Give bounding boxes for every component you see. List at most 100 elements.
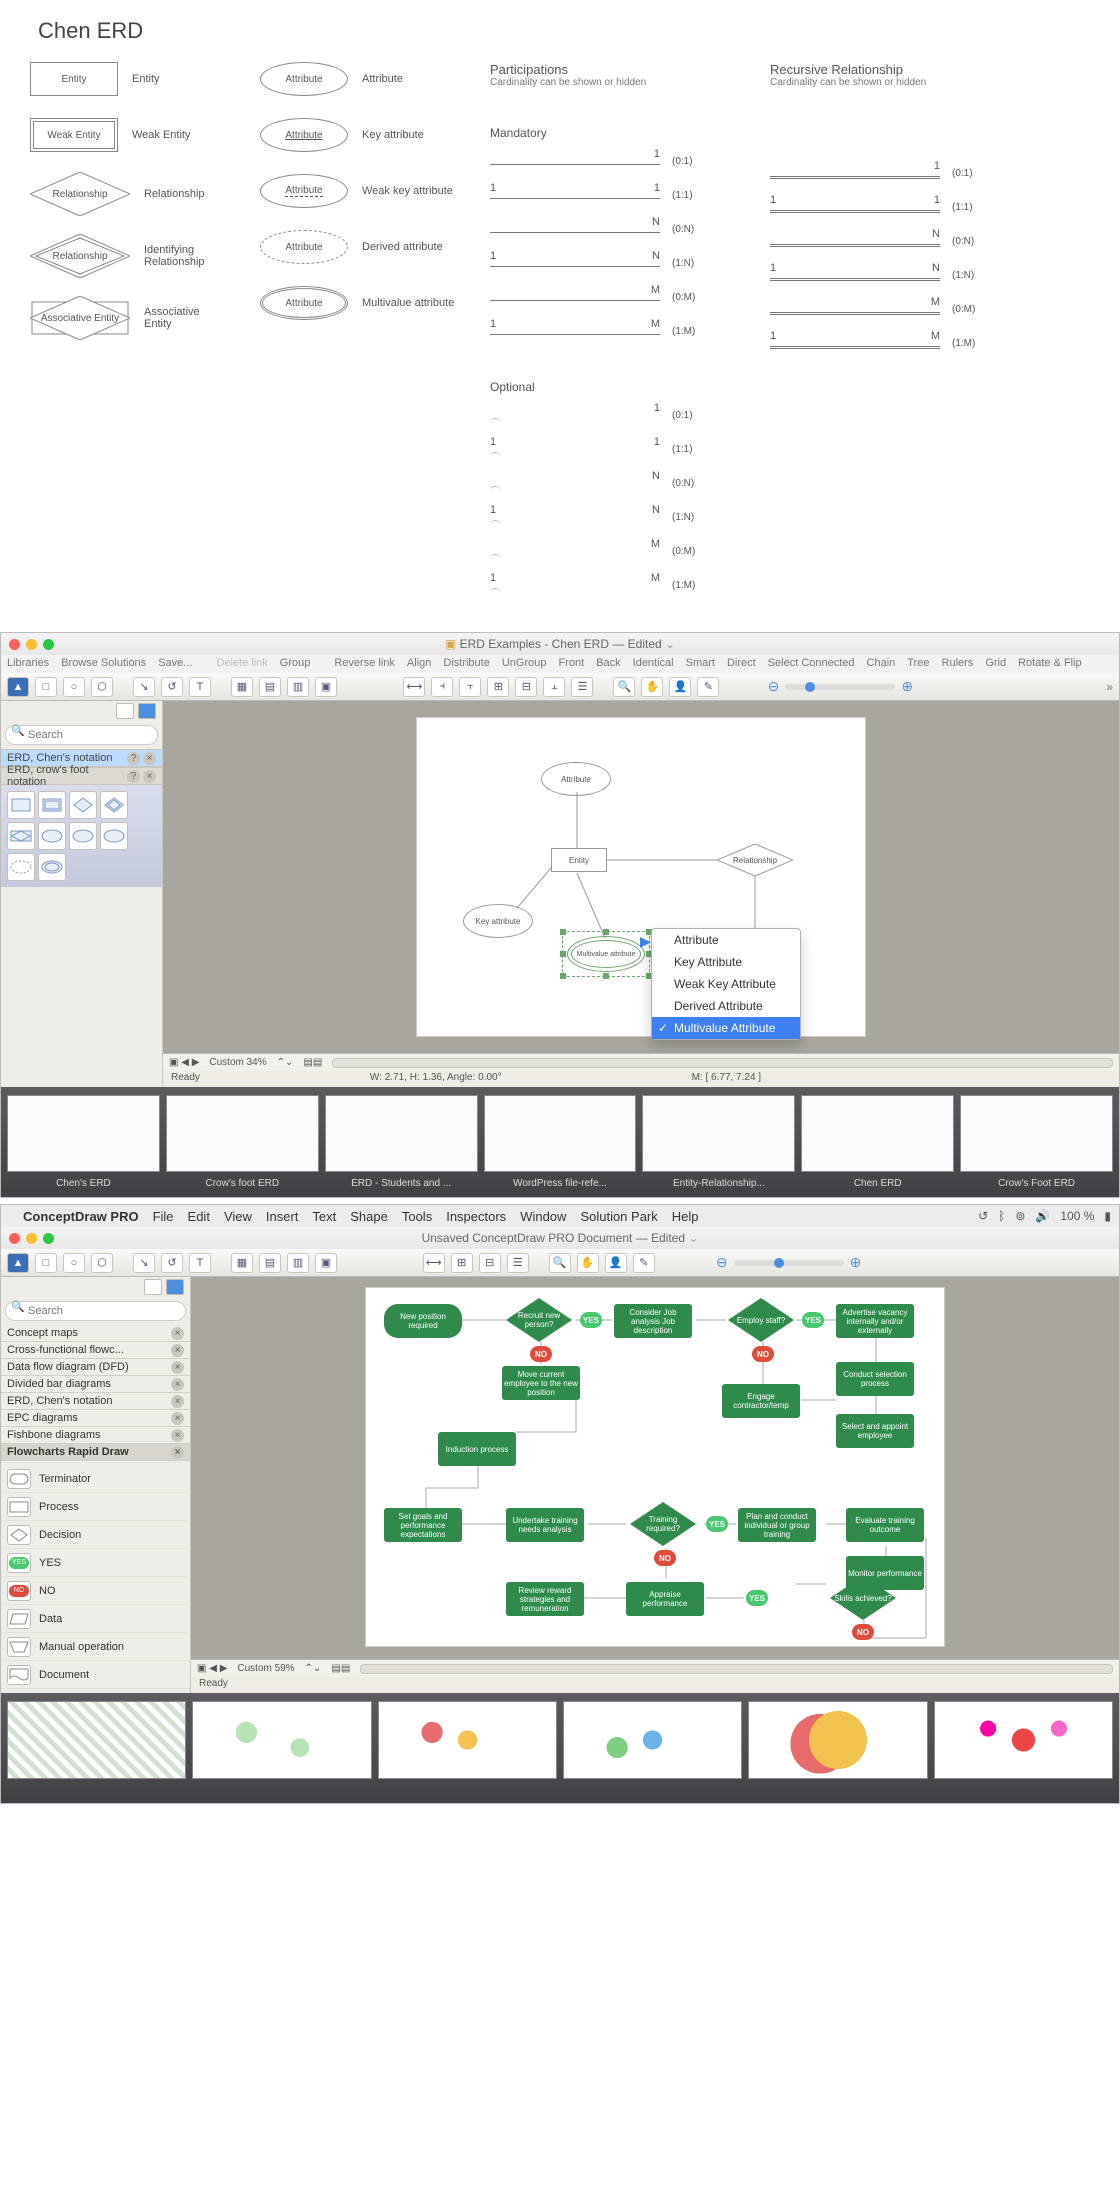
shape-cell[interactable]: [7, 853, 35, 881]
tool-btn[interactable]: T: [189, 677, 211, 697]
library-item[interactable]: EPC diagrams×: [1, 1410, 190, 1427]
shape-cell[interactable]: [100, 822, 128, 850]
close-icon[interactable]: ×: [171, 1429, 184, 1442]
close-icon[interactable]: [9, 639, 20, 650]
menu-item[interactable]: Insert: [266, 1209, 299, 1224]
zoom-stepper[interactable]: ⌃⌄: [277, 1057, 294, 1068]
menu-item[interactable]: Distribute: [443, 657, 489, 671]
search-tool-icon[interactable]: 🔍: [549, 1253, 571, 1273]
menu-item[interactable]: Smart: [686, 657, 715, 671]
context-item[interactable]: ✓Multivalue Attribute: [652, 1017, 800, 1039]
tool-btn[interactable]: ✎: [633, 1253, 655, 1273]
h-scrollbar[interactable]: [360, 1664, 1113, 1674]
shape-list-item[interactable]: Decision: [1, 1521, 190, 1549]
thumbnail[interactable]: Entity-Relationship...: [642, 1095, 795, 1189]
tool-btn[interactable]: ▥: [287, 677, 309, 697]
tool-btn[interactable]: ↘: [133, 1253, 155, 1273]
search-tool-icon[interactable]: 🔍: [613, 677, 635, 697]
shape-cell[interactable]: [7, 822, 35, 850]
shape-cell[interactable]: [69, 791, 97, 819]
tool-btn[interactable]: ☰: [571, 677, 593, 697]
tool-btn[interactable]: ▤: [259, 1253, 281, 1273]
lib-tab-active[interactable]: [166, 1279, 184, 1295]
tool-btn[interactable]: ⫞: [431, 677, 453, 697]
close-icon[interactable]: ×: [171, 1395, 184, 1408]
menu-item[interactable]: Solution Park: [580, 1209, 657, 1224]
menu-item[interactable]: Inspectors: [446, 1209, 506, 1224]
thumbnail[interactable]: Chen's ERD: [7, 1095, 160, 1189]
close-icon[interactable]: ×: [171, 1361, 184, 1374]
menu-item[interactable]: Rotate & Flip: [1018, 657, 1082, 671]
library-search-input[interactable]: [5, 725, 158, 745]
tool-btn[interactable]: ⟷: [423, 1253, 445, 1273]
shape-list-item[interactable]: Terminator: [1, 1465, 190, 1493]
menu-item[interactable]: Align: [407, 657, 431, 671]
thumb[interactable]: [563, 1701, 742, 1795]
zoom-slider[interactable]: [785, 684, 895, 690]
zoom-label[interactable]: Custom 59%: [237, 1663, 294, 1674]
thumbnail[interactable]: Chen ERD: [801, 1095, 954, 1189]
menu-item[interactable]: Chain: [867, 657, 896, 671]
tool-btn[interactable]: 👤: [605, 1253, 627, 1273]
minimize-icon[interactable]: [26, 639, 37, 650]
library-search-input[interactable]: [5, 1301, 186, 1321]
shape-cell[interactable]: [7, 791, 35, 819]
history-icon[interactable]: ↺: [978, 1209, 988, 1223]
tool-btn[interactable]: ▤: [259, 677, 281, 697]
canvas-multivalue[interactable]: Multivalue attribute: [567, 936, 645, 972]
menu-item[interactable]: File: [153, 1209, 174, 1224]
close-icon[interactable]: ×: [171, 1412, 184, 1425]
thumb[interactable]: [192, 1701, 371, 1795]
tool-btn[interactable]: ⬡: [91, 1253, 113, 1273]
menu-item[interactable]: Delete link: [216, 657, 267, 671]
menu-item[interactable]: Window: [520, 1209, 566, 1224]
thumbnail[interactable]: WordPress file-refe...: [484, 1095, 637, 1189]
shape-cell[interactable]: [38, 822, 66, 850]
tool-btn[interactable]: 👤: [669, 677, 691, 697]
context-item[interactable]: Key Attribute: [652, 951, 800, 973]
library-item[interactable]: Data flow diagram (DFD)×: [1, 1359, 190, 1376]
node-review[interactable]: Review reward strategies and remuneratio…: [506, 1582, 584, 1616]
shape-cell[interactable]: [100, 791, 128, 819]
zoom-label[interactable]: Custom 34%: [209, 1057, 266, 1068]
canvas-entity[interactable]: Entity: [551, 848, 607, 872]
shape-list-item[interactable]: Data: [1, 1605, 190, 1633]
tool-btn[interactable]: ↺: [161, 1253, 183, 1273]
shape-list-item[interactable]: Manual operation: [1, 1633, 190, 1661]
node-undertake[interactable]: Undertake training needs analysis: [506, 1508, 584, 1542]
tool-btn[interactable]: ⊞: [451, 1253, 473, 1273]
zoom-stepper[interactable]: ⌃⌄: [305, 1663, 322, 1674]
node-new-position[interactable]: New position required: [384, 1304, 462, 1338]
volume-icon[interactable]: 🔊: [1035, 1209, 1050, 1223]
library-item[interactable]: Flowcharts Rapid Draw×: [1, 1444, 190, 1461]
menu-item[interactable]: Grid: [985, 657, 1006, 671]
help-icon[interactable]: ?: [127, 752, 140, 765]
node-evaluate[interactable]: Evaluate training outcome: [846, 1508, 924, 1542]
tool-btn[interactable]: ▦: [231, 677, 253, 697]
menu-item[interactable]: Reverse link: [334, 657, 395, 671]
node-advertise[interactable]: Advertise vacancy internally and/or exte…: [836, 1304, 914, 1338]
context-item[interactable]: Weak Key Attribute: [652, 973, 800, 995]
library-item[interactable]: Cross-functional flowc...×: [1, 1342, 190, 1359]
menu-item[interactable]: Group: [280, 657, 311, 671]
hand-tool-icon[interactable]: ✋: [641, 677, 663, 697]
tool-btn[interactable]: ▦: [231, 1253, 253, 1273]
tool-btn[interactable]: ⊞: [487, 677, 509, 697]
tool-btn[interactable]: ↺: [161, 677, 183, 697]
page-thumb-icon[interactable]: ▤▤: [331, 1663, 350, 1674]
context-item[interactable]: Derived Attribute: [652, 995, 800, 1017]
canvas[interactable]: New position required Recruit new person…: [191, 1277, 1119, 1659]
menu-item[interactable]: Direct: [727, 657, 756, 671]
page-thumb-icon[interactable]: ▤▤: [303, 1057, 322, 1068]
node-plan-train[interactable]: Plan and conduct individual or group tra…: [738, 1508, 816, 1542]
node-training-decision[interactable]: Training required?: [630, 1502, 696, 1546]
page-nav-prev[interactable]: ▣ ◀ ▶: [197, 1663, 227, 1674]
menu-item[interactable]: Edit: [188, 1209, 210, 1224]
close-icon[interactable]: ×: [171, 1378, 184, 1391]
thumb[interactable]: [378, 1701, 557, 1795]
menu-item[interactable]: Identical: [633, 657, 674, 671]
menu-item[interactable]: Help: [672, 1209, 699, 1224]
library-item[interactable]: Fishbone diagrams×: [1, 1427, 190, 1444]
tool-btn[interactable]: □: [35, 1253, 57, 1273]
node-select-appoint[interactable]: Select and appoint employee: [836, 1414, 914, 1448]
